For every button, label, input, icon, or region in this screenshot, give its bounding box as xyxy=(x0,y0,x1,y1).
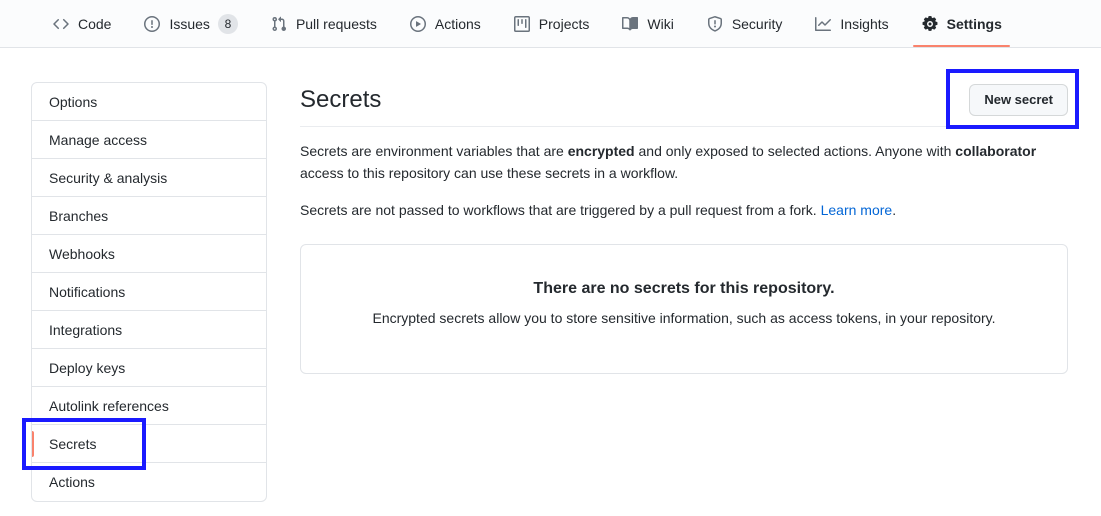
nav-item-actions[interactable]: Actions xyxy=(401,0,489,47)
book-icon xyxy=(621,15,639,33)
content-header: Secrets New secret xyxy=(300,84,1068,127)
sidebar-item-deploy-keys[interactable]: Deploy keys xyxy=(32,349,266,387)
fork-note-paragraph: Secrets are not passed to workflows that… xyxy=(300,200,1066,222)
sidebar-item-secrets[interactable]: Secrets xyxy=(32,425,266,463)
sidebar-item-label: Integrations xyxy=(49,322,123,338)
nav-item-label: Code xyxy=(78,15,112,32)
desc-bold-collaborator: collaborator xyxy=(955,143,1037,159)
empty-state-title: There are no secrets for this repository… xyxy=(533,280,835,298)
nav-item-label: Actions xyxy=(434,15,481,32)
repository-nav: Code Issues 8 Pull requests Actions Projects W… xyxy=(0,0,1101,48)
nav-item-wiki[interactable]: Wiki xyxy=(613,0,681,47)
code-icon xyxy=(52,15,70,33)
empty-state-box: There are no secrets for this repository… xyxy=(300,244,1068,375)
page-title: Secrets xyxy=(300,86,382,113)
sidebar-item-manage-access[interactable]: Manage access xyxy=(32,121,266,159)
nav-item-code[interactable]: Code xyxy=(44,0,119,47)
nav-item-counter: 8 xyxy=(217,13,238,34)
sidebar-item-autolink-references[interactable]: Autolink references xyxy=(32,387,266,425)
new-secret-button[interactable]: New secret xyxy=(969,84,1068,116)
secrets-description-paragraph: Secrets are environment variables that a… xyxy=(300,141,1066,184)
nav-item-label: Pull requests xyxy=(295,15,377,32)
fork-note-period: . xyxy=(892,202,897,219)
desc-text-2: and only exposed to selected actions. An… xyxy=(634,143,956,159)
nav-item-label: Wiki xyxy=(647,15,674,32)
learn-more-link[interactable]: Learn more xyxy=(821,202,893,218)
graph-icon xyxy=(814,15,832,33)
shield-icon xyxy=(706,15,724,33)
sidebar-item-options[interactable]: Options xyxy=(32,83,266,121)
sidebar-item-label: Secrets xyxy=(49,436,97,452)
sidebar-item-integrations[interactable]: Integrations xyxy=(32,311,266,349)
settings-page: Options Manage access Security & analysis B… xyxy=(0,48,1101,516)
nav-item-label: Projects xyxy=(538,15,590,32)
sidebar-item-security-analysis[interactable]: Security & analysis xyxy=(32,159,266,197)
nav-item-pull-requests[interactable]: Pull requests xyxy=(262,0,385,47)
nav-item-issues[interactable]: Issues 8 xyxy=(135,0,245,47)
desc-bold-encrypted: encrypted xyxy=(567,143,635,159)
sidebar-item-label: Deploy keys xyxy=(49,360,126,376)
sidebar-item-actions[interactable]: Actions xyxy=(32,463,266,501)
sidebar-item-label: Actions xyxy=(49,474,95,490)
sidebar-item-label: Manage access xyxy=(49,132,148,148)
fork-note-text: Secrets are not passed to workflows that… xyxy=(300,202,821,219)
sidebar-item-label: Options xyxy=(49,94,98,110)
sidebar-item-branches[interactable]: Branches xyxy=(32,197,266,235)
project-icon xyxy=(513,15,531,33)
nav-item-label: Issues xyxy=(169,15,210,32)
nav-item-settings[interactable]: Settings xyxy=(912,0,1011,47)
nav-item-security[interactable]: Security xyxy=(698,0,791,47)
nav-item-label: Security xyxy=(731,15,783,32)
issue-opened-icon xyxy=(143,15,161,33)
sidebar-item-webhooks[interactable]: Webhooks xyxy=(32,235,266,273)
main-content: Secrets New secret Secrets are environme… xyxy=(300,84,1068,375)
play-icon xyxy=(409,15,427,33)
nav-item-label: Insights xyxy=(840,15,889,32)
desc-text-1: Secrets are environment variables that a… xyxy=(300,143,568,159)
gear-icon xyxy=(921,15,939,33)
sidebar-item-notifications[interactable]: Notifications xyxy=(32,273,266,311)
sidebar-item-label: Branches xyxy=(49,208,109,224)
sidebar-item-label: Security & analysis xyxy=(49,170,168,186)
sidebar-item-label: Notifications xyxy=(49,284,126,300)
nav-item-projects[interactable]: Projects xyxy=(505,0,598,47)
nav-item-insights[interactable]: Insights xyxy=(806,0,896,47)
empty-state-subtitle: Encrypted secrets allow you to store sen… xyxy=(372,310,996,327)
git-pull-request-icon xyxy=(270,15,288,33)
sidebar-item-label: Autolink references xyxy=(49,398,169,414)
desc-text-3: access to this repository can use these … xyxy=(300,164,679,181)
sidebar-item-label: Webhooks xyxy=(49,246,115,262)
settings-sidebar: Options Manage access Security & analysis B… xyxy=(31,82,267,502)
nav-item-label: Settings xyxy=(946,15,1002,32)
